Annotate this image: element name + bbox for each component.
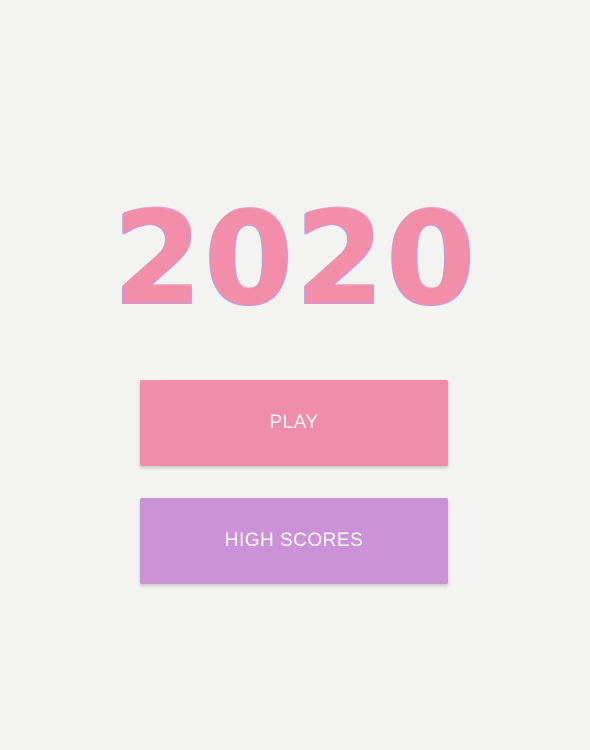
game-title: 2020 (112, 185, 478, 334)
high-scores-button-label: HIGH SCORES (224, 530, 364, 551)
main-menu-screen: 2020 PLAY HIGH SCORES (0, 0, 590, 750)
play-button-label: PLAY (269, 412, 319, 433)
play-button[interactable]: PLAY (140, 380, 448, 466)
high-scores-button[interactable]: HIGH SCORES (140, 498, 448, 584)
